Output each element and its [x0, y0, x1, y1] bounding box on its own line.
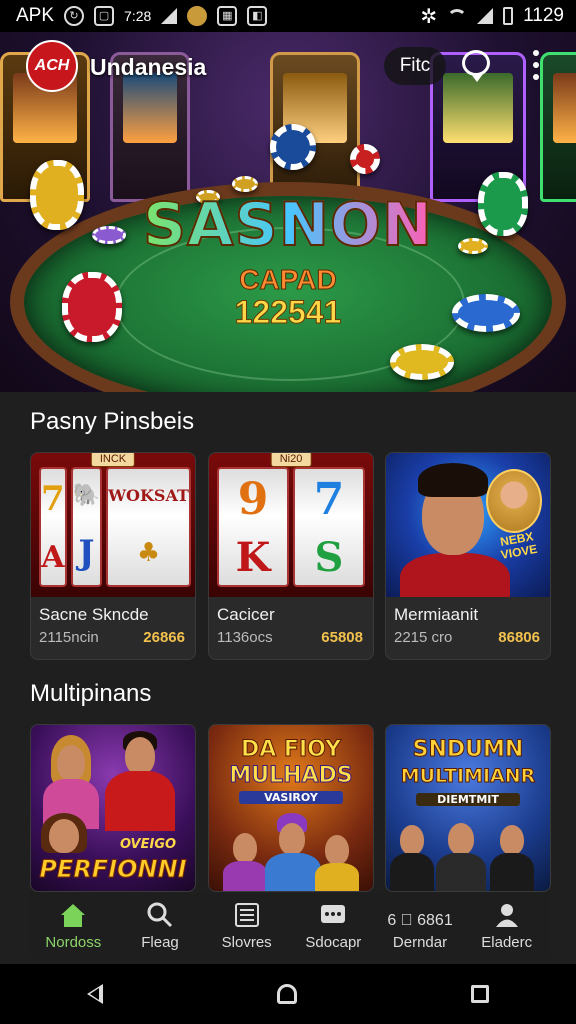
game-name: Sacne Skncde: [39, 605, 149, 624]
promo-card[interactable]: DA FIOY MULHADS VASIROY: [208, 724, 374, 892]
game-name: Cacicer: [217, 605, 275, 624]
promo-small-text: VASIROY: [239, 791, 343, 804]
hero-number: 122541: [234, 294, 342, 331]
promo-card[interactable]: OVEIGO PERFIONNI: [30, 724, 196, 892]
coin-icon: [187, 6, 208, 26]
tab-slots[interactable]: Slovres: [203, 893, 291, 959]
time-label: 1129: [523, 5, 564, 26]
promo-title: MULHADS: [229, 763, 353, 789]
game-card[interactable]: INCK 7A 🐘 J WOKSAT ♣ Sacne Skncde 2115ncin…: [30, 452, 196, 660]
character-game-art: NEBX VIOVE: [386, 453, 550, 597]
promo-top-text: SNDUMN: [412, 737, 524, 763]
cell-signal-icon: [477, 8, 494, 24]
chat-icon: [321, 905, 346, 923]
promo-top-text: DA FIOY: [240, 737, 341, 763]
slot-machine-decoration: [540, 52, 576, 202]
image-icon: ▦: [217, 6, 238, 26]
chat-bubble-icon[interactable]: [462, 50, 490, 82]
media-icon: ◧: [247, 6, 268, 26]
carrier-label: APK: [16, 5, 55, 26]
bottom-tab-bar: Nordoss Fleag Slovres Sdocapr 6 ⃞ 6861 D…: [30, 893, 551, 959]
hero-subtitle: CAPAD: [239, 264, 337, 296]
promo-title: MULTIMIANR: [400, 765, 536, 788]
badge-text: NEBX VIOVE: [499, 529, 539, 562]
system-nav-bar: [0, 964, 576, 1024]
slot-badge: Ni20: [270, 453, 312, 467]
app-notification-icon: ▢: [94, 6, 115, 26]
game-meta: 1136ocs: [217, 629, 273, 646]
slot-badge: INCK: [90, 453, 136, 467]
woman-portrait: [486, 469, 542, 533]
tab-label: Eladerc: [481, 934, 533, 951]
profile-icon: [495, 904, 518, 927]
tab-label: Derndar: [392, 934, 448, 951]
promo-small-text: DIEMTMIT: [416, 793, 520, 806]
game-score: 65808: [321, 629, 363, 646]
home-nav-icon[interactable]: [277, 984, 297, 1004]
hero-banner[interactable]: SASNON CAPAD 122541: [0, 32, 576, 392]
slot-game-art: Ni20 9K 7S: [209, 453, 373, 597]
app-logo[interactable]: ACH: [26, 40, 78, 92]
poker-chip: [270, 124, 316, 170]
signal-icon: [161, 8, 178, 24]
app-name: Undanesia: [90, 54, 207, 80]
fitc-button[interactable]: Fitc: [384, 47, 446, 85]
more-options-icon[interactable]: [532, 50, 540, 80]
search-icon: [147, 902, 173, 928]
tab-label: Slovres: [221, 934, 272, 951]
tab-calendar[interactable]: 6 ⃞ 6861 Derndar: [376, 893, 464, 959]
recent-apps-icon[interactable]: [471, 985, 489, 1003]
promo-title: PERFIONNI: [39, 855, 187, 884]
sync-icon: ↻: [64, 6, 85, 26]
back-icon[interactable]: [87, 984, 103, 1004]
poker-chip: [390, 344, 454, 380]
tab-home[interactable]: Nordoss: [30, 893, 117, 959]
game-card[interactable]: NEBX VIOVE Mermiaanit 2215 cro 86806: [385, 452, 551, 660]
game-score: 86806: [498, 629, 540, 646]
game-card[interactable]: Ni20 9K 7S Cacicer 1136ocs 65808: [208, 452, 374, 660]
game-meta: 2215 cro: [394, 629, 453, 646]
home-icon: [61, 904, 86, 927]
game-meta: 2115ncin: [39, 629, 99, 646]
tab-profile[interactable]: Eladerc: [463, 893, 551, 959]
section-title-1: Pasny Pinsbeis: [30, 408, 195, 435]
list-icon: [234, 903, 259, 927]
small-time-label: 7:28: [124, 8, 152, 24]
tab-search[interactable]: Fleag: [116, 893, 204, 959]
wifi-icon: [447, 9, 468, 23]
calendar-icon: 6 ⃞ 6861: [387, 912, 453, 929]
promo-card[interactable]: SNDUMN MULTIMIANR DIEMTMIT: [385, 724, 551, 892]
promo-small-text: OVEIGO: [119, 837, 177, 852]
tab-label: Sdocapr: [305, 934, 362, 951]
game-name: Mermiaanit: [394, 605, 479, 624]
settings-gear-icon: ✲: [420, 5, 438, 28]
tab-label: Nordoss: [45, 934, 102, 951]
game-score: 26866: [143, 629, 185, 646]
poker-chip: [350, 144, 380, 174]
slot-game-art: INCK 7A 🐘 J WOKSAT ♣: [31, 453, 195, 597]
tab-chat[interactable]: Sdocapr: [290, 893, 377, 959]
hero-title: SASNON: [0, 189, 576, 261]
battery-icon: [503, 7, 514, 25]
status-bar: APK ↻ ▢ 7:28 ▦ ◧ ✲ 1129: [0, 0, 576, 32]
tab-label: Fleag: [141, 934, 179, 951]
section-title-2: Multipinans: [30, 680, 152, 707]
